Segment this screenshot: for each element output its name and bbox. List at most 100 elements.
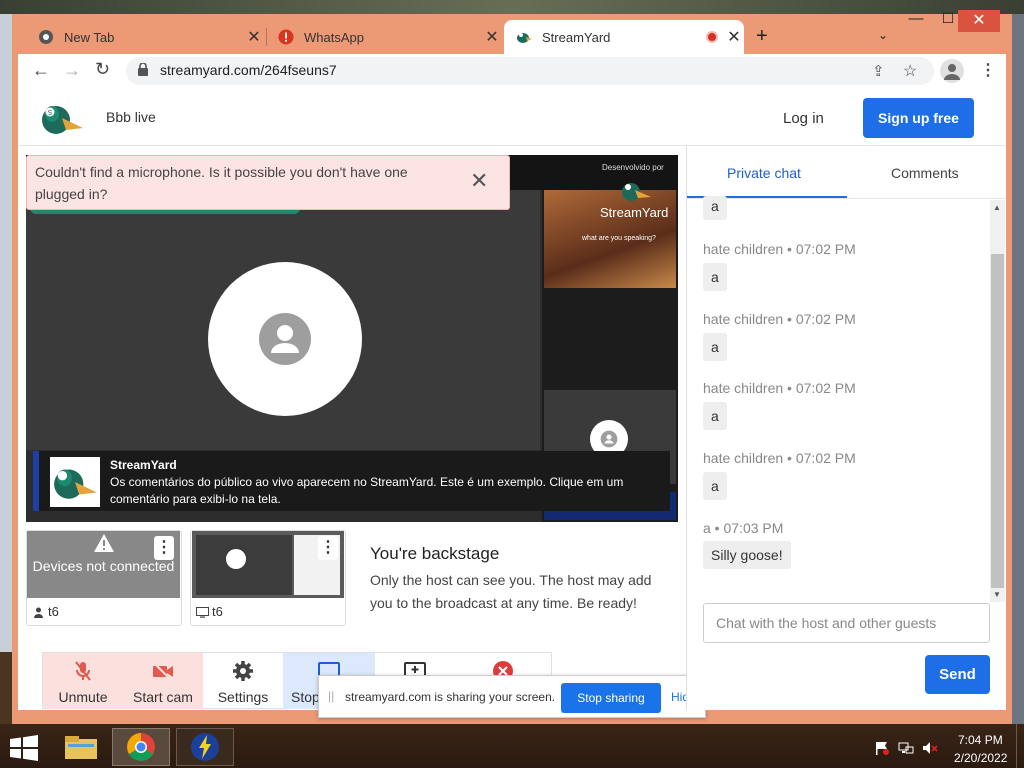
settings-button[interactable]: Settings [203,653,283,709]
powered-by-label: Desenvolvido por [602,163,664,172]
chat-message-meta: hate children • 07:02 PM [703,450,856,466]
file-explorer-button[interactable] [52,728,110,766]
broadcast-name: Bbb live [106,109,156,125]
side-brand-label: StreamYard [600,205,669,220]
chat-message-bubble: a [703,472,727,500]
tab-title: StreamYard [542,29,611,45]
monitor-icon [196,605,209,623]
control-label: Start cam [133,689,193,705]
send-button[interactable]: Send [925,655,990,694]
tab-search-icon[interactable]: ⌄ [878,28,888,42]
chat-message-meta: a • 07:03 PM [703,520,784,536]
clock-date[interactable]: 2/20/2022 [954,751,1007,765]
close-tab-icon[interactable]: ✕ [724,27,744,47]
card-menu-icon[interactable]: ⋮ [318,536,338,560]
chat-message-bubble: a [703,263,727,291]
chat-time: 07:02 PM [795,450,856,466]
chat-tabs-divider [687,198,1006,199]
backstage-title: You're backstage [370,544,500,563]
forward-icon[interactable]: → [63,60,81,81]
streamyard-icon [516,29,532,45]
tab-title: New Tab [64,29,115,45]
login-link[interactable]: Log in [783,110,824,127]
chat-time: 07:02 PM [795,241,856,257]
url-text[interactable]: streamyard.com/264fseuns7 [160,62,337,78]
share-icon[interactable]: ⇪ [872,62,885,80]
lightning-app-icon [191,733,219,761]
chrome-taskbar-button[interactable] [112,728,170,766]
banner-author: StreamYard [110,458,177,472]
chat-message-bubble: Silly goose! [703,541,791,569]
desktop-background-right [1012,14,1024,724]
tab-private-chat[interactable]: Private chat [727,165,801,181]
flag-icon[interactable] [875,741,889,760]
close-tab-icon[interactable]: ✕ [482,27,502,47]
chat-message-meta: hate children • 07:02 PM [703,311,856,327]
back-icon[interactable]: ← [32,60,50,81]
chat-scrollbar-thumb[interactable] [991,254,1004,588]
streamyard-logo: S [40,98,84,138]
chat-author: hate children [703,311,784,327]
clock-time[interactable]: 7:04 PM [958,733,1003,747]
close-icon[interactable]: ✕ [470,168,488,194]
recording-icon [706,31,718,43]
alert-icon [278,29,294,45]
volume-muted-icon[interactable] [922,741,938,760]
chrome-icon [127,733,155,761]
chat-author: hate children [703,450,784,466]
page-header [18,90,1006,146]
chat-author: a [703,520,711,536]
chat-message-meta: hate children • 07:02 PM [703,380,856,396]
unmute-button[interactable]: Unmute [43,653,123,709]
chat-author: hate children [703,241,784,257]
windows-start-icon[interactable] [10,735,38,766]
participant-avatar [208,262,362,416]
reload-icon[interactable]: ↻ [95,59,110,80]
drag-handle-icon[interactable]: || [328,689,334,703]
chat-time: 07:03 PM [723,520,784,536]
scroll-up-icon[interactable]: ▲ [993,203,1001,212]
banner-text: Os comentários do público ao vivo aparec… [110,475,624,506]
chat-message-bubble: a [703,196,727,220]
desktop-background-strip [0,652,12,724]
tab-comments[interactable]: Comments [891,165,959,181]
person-icon [259,313,311,365]
card-label: t6 [48,604,59,619]
desktop-background [0,0,1024,14]
card-menu-icon[interactable]: ⋮ [154,536,174,560]
folder-icon [65,736,97,759]
control-label: Settings [217,689,269,705]
browser-menu-icon[interactable]: ⋮ [980,60,996,80]
bookmark-star-icon[interactable]: ☆ [903,61,917,81]
chat-message-bubble: a [703,333,727,361]
network-icon[interactable] [898,741,914,760]
show-desktop-button[interactable] [1016,724,1024,768]
tab-streamyard[interactable]: StreamYard ✕ [504,20,744,54]
person-icon [33,605,44,623]
control-label: Unmute [58,689,108,705]
side-caption: what are you speaking? [582,235,656,242]
close-tab-icon[interactable]: ✕ [244,27,264,47]
tab-title: WhatsApp [304,29,364,45]
tab-whatsapp[interactable]: WhatsApp ✕ [266,20,502,54]
app-taskbar-button[interactable] [176,728,234,766]
chat-time: 07:02 PM [795,311,856,327]
chrome-icon [38,29,54,45]
close-window-button[interactable]: ✕ [958,10,1000,32]
signup-button[interactable]: Sign up free [863,98,974,138]
card-label: t6 [212,604,223,619]
profile-avatar[interactable] [940,59,964,83]
control-label: Stop [291,689,320,705]
start-cam-button[interactable]: Start cam [123,653,203,709]
svg-text:S: S [48,109,53,117]
chat-author: hate children [703,380,784,396]
tab-new-tab[interactable]: New Tab ✕ [26,20,264,54]
new-tab-button[interactable]: + [756,25,768,48]
alert-message: Couldn't find a microphone. Is it possib… [35,164,408,202]
backstage-text: Only the host can see you. The host may … [370,572,652,611]
stop-sharing-button[interactable]: Stop sharing [561,683,661,713]
chat-time: 07:02 PM [795,380,856,396]
scroll-down-icon[interactable]: ▼ [993,590,1001,599]
mic-off-icon [73,659,93,683]
chat-input-placeholder: Chat with the host and other guests [716,615,937,631]
